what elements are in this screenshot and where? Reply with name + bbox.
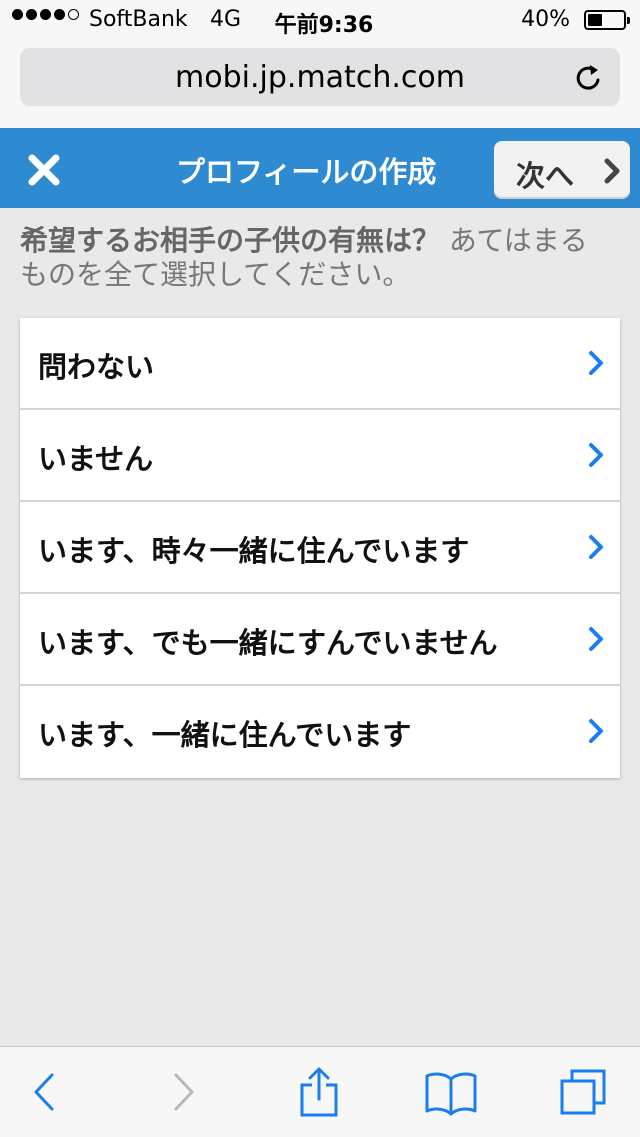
chevron-right-icon (589, 443, 603, 467)
option-label: います、時々一緒に住んでいます (38, 534, 470, 568)
battery-icon (584, 10, 630, 30)
list-item[interactable]: 問わない (20, 318, 620, 410)
list-item[interactable]: いません (20, 410, 620, 502)
page-title: プロフィールの作成 (176, 155, 437, 189)
tabs-icon[interactable] (558, 1067, 608, 1117)
chevron-right-icon (589, 535, 603, 559)
option-list: 問わない いません います、時々一緒に住んでいます います、でも一緒にすんでいま… (20, 318, 620, 778)
next-button[interactable]: 次へ (494, 141, 630, 199)
next-button-label: 次へ (516, 159, 575, 193)
close-icon[interactable] (22, 148, 66, 192)
option-label: います、でも一緒にすんでいません (38, 626, 498, 660)
option-label: いません (38, 442, 154, 476)
share-icon[interactable] (298, 1067, 340, 1117)
status-bar: SoftBank 4G 午前9:36 40% (0, 0, 640, 40)
forward-icon (174, 1073, 194, 1111)
chevron-right-icon (589, 627, 603, 651)
chevron-right-icon (589, 719, 603, 743)
url-field[interactable]: mobi.jp.match.com (20, 48, 620, 106)
question-text: 希望するお相手の子供の有無は？ あてはまるものを全て選択してください。 (20, 224, 610, 292)
reload-icon[interactable] (572, 61, 606, 95)
back-icon[interactable] (30, 1067, 60, 1117)
url-text: mobi.jp.match.com (175, 60, 465, 95)
chevron-right-icon (604, 158, 620, 184)
bookmarks-icon[interactable] (424, 1067, 478, 1117)
page-header: プロフィールの作成 次へ (0, 128, 640, 208)
list-item[interactable]: います、でも一緒にすんでいません (20, 594, 620, 686)
battery-percent: 40% (521, 7, 570, 32)
browser-toolbar (0, 1046, 640, 1137)
question-main: 希望するお相手の子供の有無は？ (20, 224, 441, 257)
browser-address-area: mobi.jp.match.com (0, 40, 640, 128)
option-label: 問わない (38, 350, 155, 384)
chevron-right-icon (589, 351, 603, 375)
list-item[interactable]: います、時々一緒に住んでいます (20, 502, 620, 594)
list-item[interactable]: います、一緒に住んでいます (20, 686, 620, 778)
option-label: います、一緒に住んでいます (38, 718, 412, 752)
